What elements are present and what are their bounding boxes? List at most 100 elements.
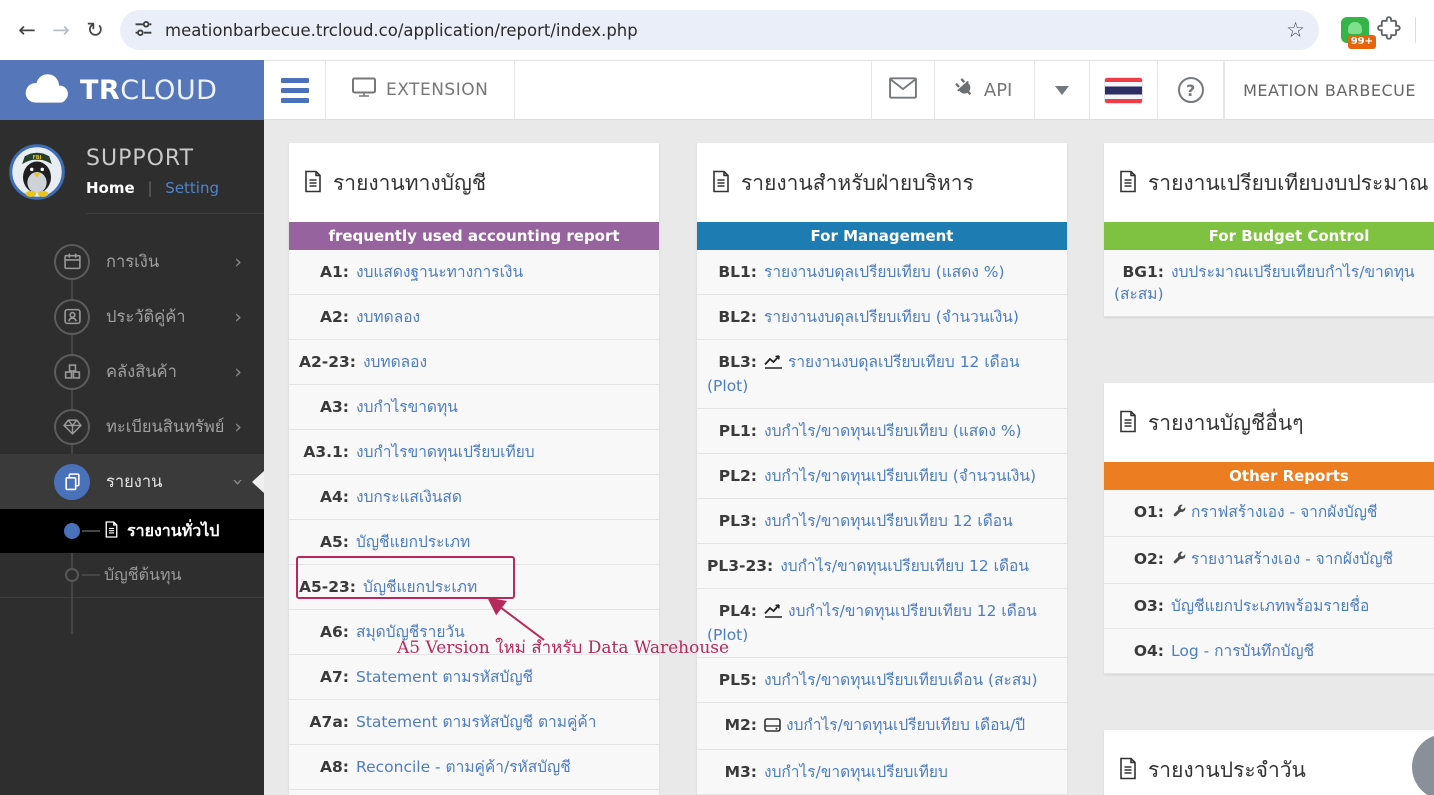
report-row: PL3-23: งบกำไร/ขาดทุนเปรียบเทียบ 12 เดือน: [697, 544, 1067, 589]
bookmark-star-icon[interactable]: ☆: [1286, 18, 1305, 42]
report-link[interactable]: สมุดบัญชีรายวัน: [356, 623, 465, 641]
report-code: A2-23:: [299, 353, 356, 371]
disk-icon: [764, 716, 781, 738]
hamburger-menu-button[interactable]: [264, 61, 326, 119]
report-code: PL3-23:: [707, 557, 774, 575]
report-link[interactable]: งบกำไร/ขาดทุนเปรียบเทียบ 12 เดือน: [764, 512, 1013, 530]
sidebar-item-label: คลังสินค้า: [106, 361, 177, 381]
report-link[interactable]: Reconcile - ตามคู่ค้า/รหัสบัญชี: [356, 758, 571, 776]
report-link[interactable]: รายงานสร้างเอง - จากผังบัญชี: [1191, 550, 1393, 568]
report-code: A3:: [320, 398, 349, 416]
report-link[interactable]: บัญชีแยกประเภทพร้อมรายชื่อ: [1171, 597, 1369, 615]
report-link[interactable]: งบทดลอง: [363, 353, 427, 371]
reload-button[interactable]: ↻: [78, 13, 112, 47]
report-row: A7: Statement ตามรหัสบัญชี: [289, 655, 659, 700]
report-link[interactable]: งบกำไร/ขาดทุนเปรียบเทียบเดือน (สะสม): [764, 671, 1038, 689]
report-link[interactable]: บัญชีแยกประเภท: [356, 533, 470, 551]
bullet-icon: [65, 568, 79, 582]
app-header: TRCLOUD EXTENSION API ? MEATION BARBECUE: [0, 60, 1434, 120]
api-button[interactable]: API: [935, 61, 1036, 119]
report-code: A3.1:: [303, 443, 349, 461]
report-code: M3:: [724, 763, 757, 781]
report-link[interactable]: งบกระแสเงินสด: [356, 488, 462, 506]
report-code: PL4:: [718, 602, 757, 620]
wrench-icon: [1171, 550, 1186, 572]
sidebar-subitem-1[interactable]: บัญชีต้นทุน: [0, 553, 264, 597]
report-link[interactable]: งบกำไรขาดทุนเปรียบเทียบ: [356, 443, 535, 461]
report-code: A6:: [320, 623, 349, 641]
wrench-icon: [1171, 503, 1186, 525]
report-row: O2: รายงานสร้างเอง - จากผังบัญชี: [1104, 537, 1434, 584]
forward-button[interactable]: →: [44, 13, 78, 47]
dropdown-caret-button[interactable]: [1035, 61, 1091, 119]
sidebar-item-assets[interactable]: ทะเบียนสินทรัพย์ ›: [0, 399, 264, 454]
report-link[interactable]: งบกำไร/ขาดทุนเปรียบเทียบ เดือน/ปี: [786, 716, 1025, 734]
report-row: BG1: งบประมาณเปรียบเทียบกำไร/ขาดทุน (สะสม…: [1104, 250, 1434, 317]
report-row: A8: Reconcile - ตามคู่ค้า/รหัสบัญชี: [289, 745, 659, 790]
setting-link[interactable]: Setting: [165, 179, 219, 197]
report-code: A5-23:: [299, 578, 356, 596]
report-link[interactable]: งบแสดงฐานะทางการเงิน: [356, 263, 523, 281]
mail-button[interactable]: [871, 61, 936, 119]
trcloud-logo[interactable]: TRCLOUD: [0, 60, 264, 120]
report-link[interactable]: งบทดลอง: [356, 308, 420, 326]
report-code: O4:: [1133, 642, 1164, 660]
report-row: A6: สมุดบัญชีรายวัน: [289, 610, 659, 655]
report-row: M3: งบกำไร/ขาดทุนเปรียบเทียบ: [697, 750, 1067, 795]
report-link[interactable]: กราฟสร้างเอง - จากผังบัญชี: [1191, 503, 1377, 521]
report-link[interactable]: งบกำไร/ขาดทุนเปรียบเทียบ 12 เดือน: [780, 557, 1029, 575]
help-button[interactable]: ?: [1158, 61, 1225, 119]
report-link[interactable]: รายงานงบดุลเปรียบเทียบ (จำนวนเงิน): [764, 308, 1019, 326]
report-row: A4: งบกระแสเงินสด: [289, 475, 659, 520]
report-row: A5-23: บัญชีแยกประเภท: [289, 565, 659, 610]
extension-nav-button[interactable]: EXTENSION: [326, 61, 516, 119]
reload-icon: ↻: [86, 18, 104, 42]
report-link[interactable]: งบกำไร/ขาดทุนเปรียบเทียบ: [764, 763, 948, 781]
report-code: PL1:: [718, 422, 757, 440]
sidebar-item-finance[interactable]: การเงิน ›: [0, 234, 264, 289]
adblock-extension-button[interactable]: 99+: [1341, 17, 1376, 49]
site-info-icon[interactable]: [134, 19, 153, 42]
plug-icon: [951, 75, 981, 106]
card-banner: Other Reports: [1104, 462, 1434, 490]
extensions-puzzle-button[interactable]: [1377, 15, 1403, 45]
report-row: O1: กราฟสร้างเอง - จากผังบัญชี: [1104, 490, 1434, 537]
address-bar[interactable]: meationbarbecue.trcloud.co/application/r…: [120, 10, 1319, 50]
report-row: PL1: งบกำไร/ขาดทุนเปรียบเทียบ (แสดง %): [697, 409, 1067, 454]
sidebar-subitem-0[interactable]: รายงานทั่วไป: [0, 509, 264, 553]
chevron-right-icon: ›: [234, 305, 242, 328]
report-link[interactable]: งบกำไรขาดทุน: [356, 398, 458, 416]
chevron-right-icon: ›: [234, 360, 242, 383]
report-row: A2: งบทดลอง: [289, 295, 659, 340]
report-code: O2:: [1133, 550, 1164, 568]
sidebar-item-inventory[interactable]: คลังสินค้า ›: [0, 344, 264, 399]
sidebar-item-partners[interactable]: ประวัติคู่ค้า ›: [0, 289, 264, 344]
report-card-accounting: รายงานทางบัญชี frequently used accounting…: [289, 143, 659, 795]
report-link[interactable]: งบกำไร/ขาดทุนเปรียบเทียบ (แสดง %): [764, 422, 1022, 440]
sidebar-item-label: การเงิน: [106, 251, 160, 271]
company-name[interactable]: MEATION BARBECUE: [1224, 61, 1434, 119]
back-button[interactable]: ←: [10, 13, 44, 47]
envelope-icon: [889, 77, 918, 103]
sidebar-item-reports[interactable]: รายงาน ›: [0, 454, 264, 509]
report-row: BL2: รายงานงบดุลเปรียบเทียบ (จำนวนเงิน): [697, 295, 1067, 340]
report-link[interactable]: รายงานงบดุลเปรียบเทียบ (แสดง %): [764, 263, 1005, 281]
avatar[interactable]: FBI: [9, 144, 65, 200]
subitem-label: บัญชีต้นทุน: [104, 564, 182, 584]
report-link[interactable]: Statement ตามรหัสบัญชี ตามคู่ค้า: [356, 713, 596, 731]
language-flag-button[interactable]: [1090, 61, 1159, 119]
home-link[interactable]: Home: [86, 179, 135, 197]
url-text: meationbarbecue.trcloud.co/application/r…: [165, 20, 638, 40]
report-link[interactable]: บัญชีแยกประเภท: [363, 578, 477, 596]
report-link[interactable]: Statement ตามรหัสบัญชี: [356, 668, 533, 686]
report-link[interactable]: งบกำไร/ขาดทุนเปรียบเทียบ (จำนวนเงิน): [764, 467, 1036, 485]
report-code: O1:: [1133, 503, 1164, 521]
report-link[interactable]: Log - การบันทึกบัญชี: [1171, 642, 1314, 660]
sidebar-menu: การเงิน › ประวัติคู่ค้า › คลังสินค้า › ทะเบียน…: [0, 234, 264, 634]
finance-icon: [54, 243, 90, 280]
forward-icon: →: [52, 18, 70, 42]
document-icon: [104, 520, 119, 542]
brand-text: TRCLOUD: [80, 74, 218, 106]
profile-name: SUPPORT: [86, 146, 195, 171]
card-banner: frequently used accounting report: [289, 222, 659, 250]
